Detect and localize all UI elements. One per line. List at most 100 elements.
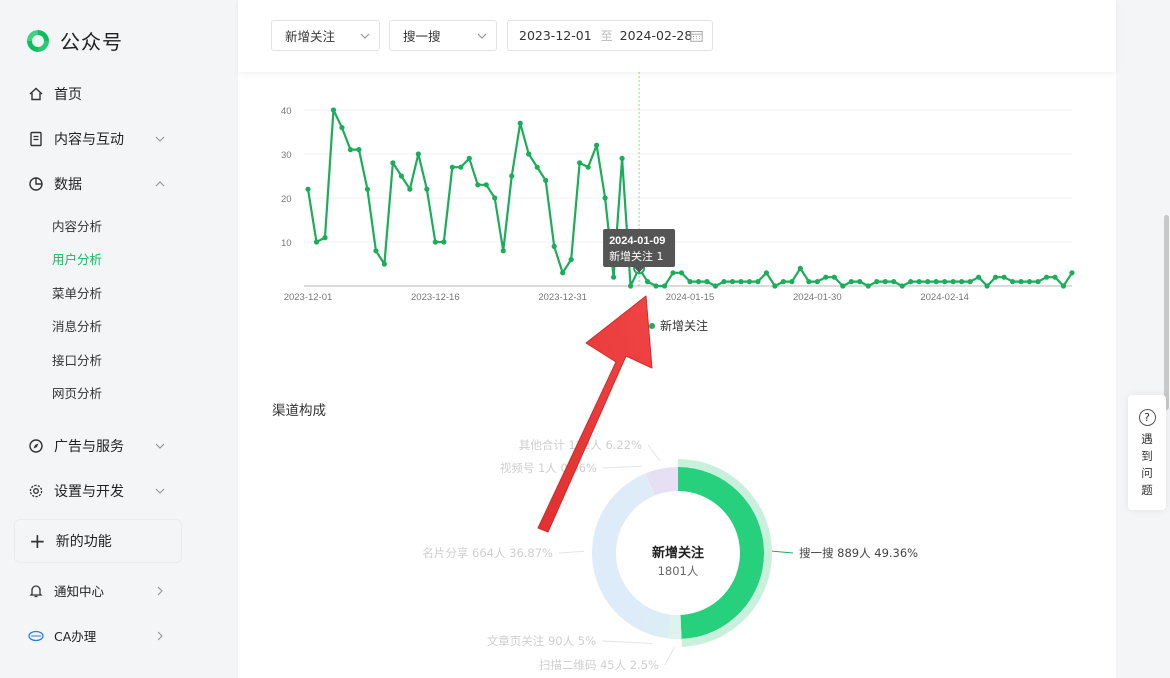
sidebar-subitem-web-analysis[interactable]: 网页分析 [52, 383, 102, 402]
data-point[interactable] [1018, 279, 1024, 285]
data-point[interactable] [721, 279, 727, 285]
data-point[interactable] [568, 257, 574, 263]
data-point[interactable] [594, 142, 600, 148]
metric-select[interactable]: 新增关注 [271, 20, 380, 51]
data-point[interactable] [712, 283, 719, 289]
data-point[interactable] [644, 279, 651, 285]
data-point[interactable] [364, 186, 371, 192]
data-point[interactable] [373, 248, 379, 254]
date-range-picker[interactable]: 2023-12-01 至 2024-02-28 [507, 20, 713, 51]
data-point[interactable] [746, 279, 753, 285]
data-point[interactable] [763, 270, 770, 276]
scrollbar-thumb[interactable] [1164, 215, 1169, 410]
data-point[interactable] [356, 147, 362, 153]
sidebar-item-content[interactable]: 内容与互动 [28, 129, 168, 149]
data-point[interactable] [407, 186, 413, 192]
sidebar-item-ca[interactable]: CA办理 [28, 626, 168, 645]
data-point[interactable] [984, 283, 990, 289]
data-point[interactable] [899, 283, 905, 289]
data-point[interactable] [432, 239, 438, 245]
data-point[interactable] [840, 283, 846, 289]
data-point[interactable] [772, 283, 778, 289]
data-point[interactable] [908, 279, 914, 285]
data-point[interactable] [806, 279, 812, 285]
sidebar-subitem-menu-analysis[interactable]: 菜单分析 [52, 283, 102, 302]
data-point[interactable] [738, 279, 744, 285]
data-point[interactable] [976, 274, 982, 280]
source-select[interactable]: 搜一搜 [389, 20, 497, 51]
data-point[interactable] [339, 125, 345, 131]
donut-slice[interactable] [592, 473, 655, 632]
data-point[interactable] [661, 283, 668, 289]
data-point[interactable] [831, 274, 837, 280]
data-point[interactable] [475, 182, 481, 188]
data-point[interactable] [441, 239, 447, 245]
sidebar-item-ads[interactable]: 广告与服务 [28, 436, 168, 456]
data-point[interactable] [848, 279, 854, 285]
sidebar-subitem-api-analysis[interactable]: 接口分析 [52, 350, 102, 369]
data-point[interactable] [865, 283, 871, 289]
data-point[interactable] [627, 283, 634, 289]
data-point[interactable] [534, 164, 540, 170]
data-point[interactable] [1052, 274, 1058, 280]
data-point[interactable] [619, 155, 625, 161]
data-point[interactable] [560, 270, 566, 276]
data-point[interactable] [959, 279, 965, 285]
data-point[interactable] [993, 274, 999, 280]
data-point[interactable] [678, 270, 685, 276]
data-point[interactable] [814, 279, 820, 285]
data-point[interactable] [874, 279, 880, 285]
data-point[interactable] [551, 243, 557, 249]
sidebar-subitem-content-analysis[interactable]: 内容分析 [52, 216, 102, 235]
data-point[interactable] [577, 160, 583, 166]
data-point[interactable] [492, 195, 498, 201]
data-point[interactable] [415, 151, 421, 157]
data-point[interactable] [704, 279, 710, 285]
sidebar-item-data[interactable]: 数据 [28, 174, 168, 194]
data-point[interactable] [1001, 274, 1007, 280]
data-point[interactable] [483, 182, 489, 188]
data-point[interactable] [1060, 283, 1067, 289]
data-point[interactable] [602, 195, 608, 201]
data-point[interactable] [950, 279, 956, 285]
data-point[interactable] [398, 173, 404, 179]
data-point[interactable] [509, 173, 515, 179]
data-point[interactable] [390, 160, 396, 166]
data-point[interactable] [330, 107, 337, 113]
data-point[interactable] [347, 147, 354, 153]
data-point[interactable] [695, 279, 702, 285]
data-point[interactable] [322, 235, 328, 241]
data-point[interactable] [458, 164, 464, 170]
data-point[interactable] [789, 279, 795, 285]
new-feature-button[interactable]: + 新的功能 [14, 519, 182, 563]
help-button[interactable]: ? 遇到问题 [1128, 395, 1166, 510]
data-point[interactable] [933, 279, 939, 285]
data-point[interactable] [1026, 279, 1033, 285]
sidebar-item-home[interactable]: 首页 [28, 84, 168, 104]
data-point[interactable] [424, 186, 430, 192]
data-point[interactable] [1009, 279, 1016, 285]
data-point[interactable] [925, 279, 931, 285]
data-point[interactable] [687, 279, 693, 285]
data-point[interactable] [891, 279, 897, 285]
data-point[interactable] [585, 164, 591, 170]
data-point[interactable] [526, 151, 532, 157]
logo[interactable]: 公众号 [24, 26, 123, 55]
data-point[interactable] [611, 274, 617, 280]
sidebar-subitem-message-analysis[interactable]: 消息分析 [52, 316, 102, 335]
data-point[interactable] [1043, 274, 1050, 280]
data-point[interactable] [942, 279, 948, 285]
data-point[interactable] [967, 279, 973, 285]
data-point[interactable] [755, 279, 761, 285]
sidebar-item-notify[interactable]: 通知中心 [28, 581, 168, 600]
data-point[interactable] [729, 279, 736, 285]
data-point[interactable] [1069, 270, 1075, 276]
data-point[interactable] [381, 261, 387, 267]
data-point[interactable] [517, 120, 523, 126]
sidebar-item-settings[interactable]: 设置与开发 [28, 481, 168, 501]
data-point[interactable] [305, 186, 311, 192]
data-point[interactable] [1035, 279, 1041, 285]
data-point[interactable] [449, 164, 455, 170]
data-point[interactable] [916, 279, 922, 285]
sidebar-subitem-user-analysis[interactable]: 用户分析 [52, 249, 102, 268]
